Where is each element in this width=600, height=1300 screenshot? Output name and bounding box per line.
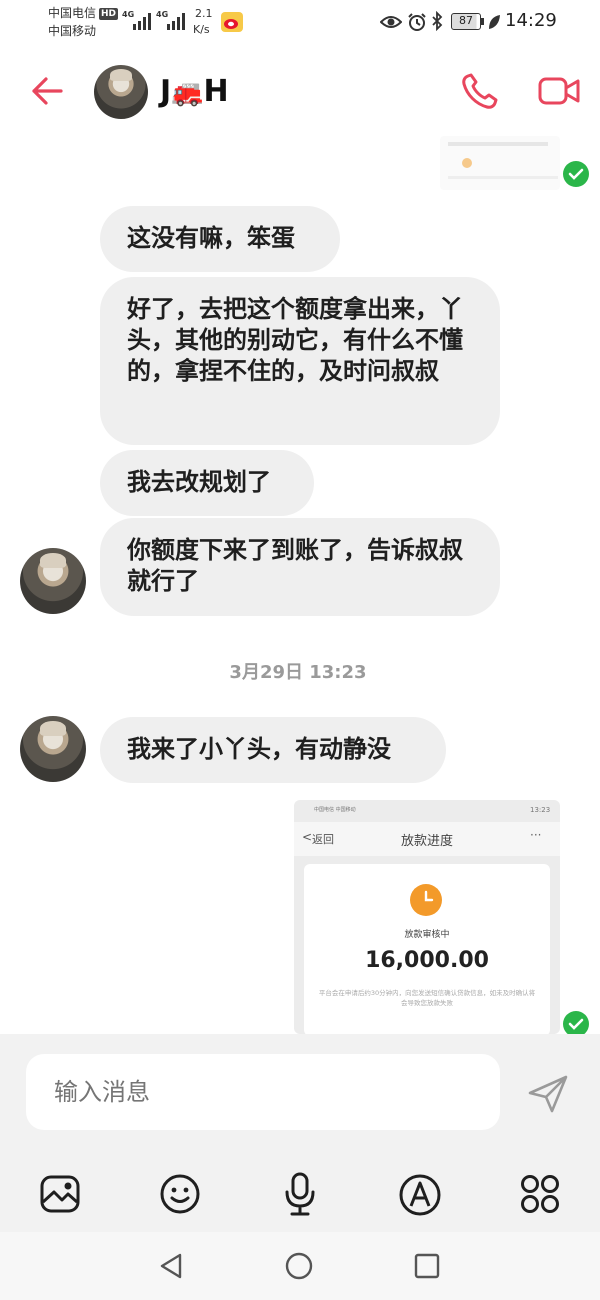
carrier-label-2: 中国移动 (48, 24, 97, 38)
weibo-icon (221, 12, 243, 32)
mini-title: 放款进度 (400, 834, 453, 849)
battery-tip (481, 18, 484, 25)
sticker-icon[interactable] (398, 1173, 442, 1217)
status-bar: 中国电信 HD 中国移动 4G 4G 2.1 K/s 87 14:29 (0, 0, 600, 48)
system-nav-bar (0, 1232, 600, 1300)
alarm-icon (408, 13, 426, 31)
timestamp-divider: 3月29日 13:23 (229, 662, 367, 683)
mini-notice: 平台会在申请后约30分钟内，向您发送短信确认贷款信息，如未及时确认将会导致您放款… (318, 989, 536, 1007)
thumbnail-dot (462, 158, 472, 168)
eye-icon (380, 16, 402, 28)
phone-call-icon[interactable] (460, 73, 500, 111)
more-apps-icon[interactable] (520, 1174, 560, 1214)
back-arrow-icon[interactable] (30, 76, 64, 106)
signal-icon-1 (133, 13, 151, 30)
net-speed-unit: K/s (193, 23, 210, 36)
leaf-icon (489, 15, 500, 29)
contact-name[interactable]: J🚒H (160, 74, 229, 109)
mini-status-time: 13:23 (530, 806, 551, 814)
received-message[interactable]: 我去改规划了 (100, 450, 314, 516)
mini-status-label: 放款审核中 (404, 930, 450, 940)
mini-amount: 16,000.00 (365, 948, 489, 973)
nav-back-icon[interactable] (158, 1252, 184, 1280)
gallery-icon[interactable] (40, 1175, 80, 1213)
clock: 14:29 (505, 10, 557, 31)
mini-status-carriers: 中国电信 中国移动 (314, 807, 356, 813)
mini-clock-icon (410, 884, 442, 916)
video-call-icon[interactable] (538, 76, 582, 108)
send-icon[interactable] (526, 1074, 570, 1114)
contact-name-left: J (160, 74, 172, 109)
nav-home-icon[interactable] (285, 1252, 313, 1280)
received-message[interactable]: 我来了小丫头，有动静没 (100, 717, 446, 783)
sent-image-thumbnail[interactable] (440, 136, 560, 190)
composer-panel (0, 1034, 600, 1232)
thumbnail-line-2 (448, 176, 558, 179)
contact-name-emoji: 🚒 (171, 78, 204, 108)
battery-level: 87 (451, 13, 481, 30)
carrier-label-1: 中国电信 (48, 6, 97, 20)
emoji-icon[interactable] (159, 1173, 201, 1215)
message-input[interactable] (26, 1054, 500, 1130)
received-message[interactable]: 好了，去把这个额度拿出来，丫头，其他的别动它，有什么不懂的，拿捏不住的，及时问叔… (100, 277, 500, 445)
contact-avatar[interactable] (94, 65, 148, 119)
thumbnail-line (448, 142, 548, 146)
contact-name-right: H (203, 74, 229, 109)
chat-header: J🚒H (0, 48, 600, 140)
bluetooth-icon (432, 11, 443, 31)
signal-icon-2 (167, 13, 185, 30)
sender-avatar[interactable] (20, 716, 86, 782)
received-message[interactable]: 你额度下来了到账了，告诉叔叔就行了 (100, 518, 500, 616)
sent-image-loan-progress[interactable]: 中国电信 中国移动 13:23 < 返回 放款进度 ··· 放款审核中 16,0… (294, 800, 560, 1034)
sender-avatar[interactable] (20, 548, 86, 614)
net-speed-value: 2.1 (195, 7, 213, 20)
received-message[interactable]: 这没有嘛，笨蛋 (100, 206, 340, 272)
hd-badge: HD (99, 8, 119, 20)
sent-check-icon (563, 161, 589, 187)
mini-more-icon: ··· (530, 828, 542, 842)
microphone-icon[interactable] (283, 1172, 317, 1216)
nav-recents-icon[interactable] (414, 1253, 440, 1279)
